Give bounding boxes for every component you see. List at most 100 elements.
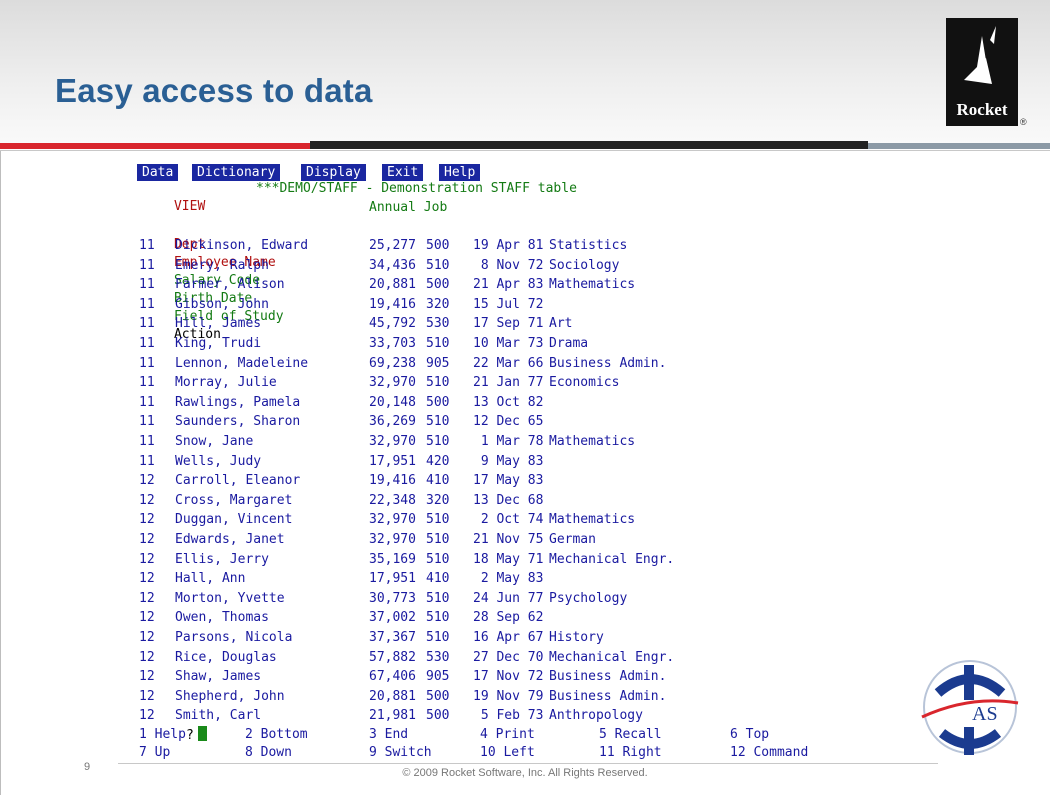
table-row[interactable]: 12 Ellis, Jerry 35,169 510 18 May 71 Mechanic… [127, 551, 837, 569]
row-birth-date: 10 Mar 73 [473, 336, 544, 351]
function-key[interactable]: 6 Top [730, 726, 769, 744]
table-row[interactable]: 11 Farmer, Alison 20,881 500 21 Apr 83 Mathem… [127, 276, 837, 294]
row-salary: 67,406 [369, 669, 416, 685]
table-row[interactable]: 11 Saunders, Sharon 36,269 510 12 Dec 65 [127, 413, 837, 431]
row-employee-name: Saunders, Sharon [175, 414, 301, 430]
row-field-of-study: Art [549, 316, 573, 332]
table-row[interactable]: 11 Snow, Jane 32,970 510 1 Mar 78 Mathematic… [127, 433, 837, 451]
table-row[interactable]: 12 Hall, Ann 17,951 410 2 May 83 [127, 570, 837, 588]
row-employee-name: Wells, Judy [175, 453, 262, 469]
row-birth-date: 9 May 83 [473, 453, 544, 469]
table-row[interactable]: 12 Smith, Carl 21,981 500 5 Feb 73 Anthropol… [127, 707, 837, 725]
table-row[interactable]: 11 King, Trudi 33,703 510 10 Mar 73 Drama [127, 335, 837, 353]
row-field-of-study: Business Admin. [549, 688, 667, 704]
function-key[interactable]: 5 Recall [599, 726, 662, 744]
function-key[interactable]: 12 Command [730, 744, 808, 762]
row-job-code: 510 [426, 414, 450, 430]
table-row[interactable]: 12 Shepherd, John 20,881 500 19 Nov 79 Busine… [127, 688, 837, 706]
row-employee-name: Farmer, Alison [175, 277, 285, 293]
row-birth-date: 17 May 83 [473, 473, 544, 489]
function-key[interactable]: 10 Left [480, 744, 535, 762]
footer-rule [118, 763, 938, 764]
row-birth-date: 19 Apr 81 [473, 238, 544, 253]
row-job-code: 320 [426, 492, 450, 508]
table-row[interactable]: 11 Rawlings, Pamela 20,148 500 13 Oct 82 [127, 394, 837, 412]
function-key[interactable]: 9 Switch [369, 744, 432, 762]
table-row[interactable]: 12 Morton, Yvette 30,773 510 24 Jun 77 Psycho… [127, 590, 837, 608]
view-line: VIEW [127, 180, 205, 214]
row-dept: 12 [139, 571, 155, 587]
row-job-code: 530 [426, 316, 450, 332]
menu-display[interactable]: Display [301, 164, 366, 181]
row-employee-name: Ellis, Jerry [175, 551, 269, 567]
row-salary: 21,981 [369, 708, 416, 724]
row-salary: 69,238 [369, 355, 416, 371]
row-birth-date: 15 Jul 72 [473, 296, 544, 312]
row-employee-name: Snow, Jane [175, 434, 254, 449]
row-job-code: 500 [426, 708, 450, 724]
emblem-text: AS [972, 703, 998, 725]
row-dept: 11 [139, 257, 155, 273]
function-key[interactable]: 11 Right [599, 744, 662, 762]
table-row[interactable]: 11 Emery, Ralph 34,436 510 8 Nov 72 Sociolog… [127, 257, 837, 275]
row-birth-date: 18 May 71 [473, 551, 544, 567]
row-dept: 11 [139, 453, 155, 469]
row-salary: 22,348 [369, 492, 416, 508]
function-key[interactable]: 7 Up [139, 744, 170, 762]
row-birth-date: 2 May 83 [473, 571, 544, 587]
table-row[interactable]: 11 Gibson, John 19,416 320 15 Jul 72 [127, 296, 837, 314]
table-row[interactable]: 11 Hill, James 45,792 530 17 Sep 71 Art [127, 315, 837, 333]
table-row[interactable]: 12 Carroll, Eleanor 19,416 410 17 May 83 [127, 472, 837, 490]
function-key[interactable]: 1 Help [139, 726, 186, 744]
table-row[interactable]: 12 Duggan, Vincent 32,970 510 2 Oct 74 Mathe… [127, 511, 837, 529]
row-birth-date: 24 Jun 77 [473, 590, 544, 606]
command-prompt[interactable]: ? [139, 708, 207, 743]
menu-help[interactable]: Help [439, 164, 481, 181]
table-row[interactable]: 12 Parsons, Nicola 37,367 510 16 Apr 67 Histo… [127, 629, 837, 647]
function-key[interactable]: 8 Down [245, 744, 292, 762]
table-row[interactable]: 11 Wells, Judy 17,951 420 9 May 83 [127, 453, 837, 471]
row-job-code: 420 [426, 453, 450, 469]
menu-data[interactable]: Data [137, 164, 179, 181]
table-row[interactable]: 12 Shaw, James 67,406 905 17 Nov 72 Business … [127, 668, 837, 686]
row-job-code: 500 [426, 394, 450, 410]
row-employee-name: Shepherd, John [175, 688, 285, 704]
row-field-of-study: History [549, 630, 604, 645]
table-row[interactable]: 11 Morray, Julie 32,970 510 21 Jan 77 Economi… [127, 374, 837, 392]
row-employee-name: Morton, Yvette [175, 590, 285, 606]
slide: Easy access to data Rocket ® Data Dictio… [0, 0, 1050, 795]
function-key[interactable]: 2 Bottom [245, 726, 308, 744]
row-employee-name: Parsons, Nicola [175, 630, 293, 645]
table-row[interactable]: 12 Owen, Thomas 37,002 510 28 Sep 62 [127, 609, 837, 627]
table-row[interactable]: 11 Lennon, Madeleine 69,238 905 22 Mar 66 Bus… [127, 355, 837, 373]
row-employee-name: Rawlings, Pamela [175, 394, 301, 410]
row-dept: 12 [139, 532, 155, 547]
function-key[interactable]: 4 Print [480, 726, 535, 744]
table-row[interactable]: 12 Cross, Margaret 22,348 320 13 Dec 68 [127, 492, 837, 510]
function-key[interactable]: 3 End [369, 726, 408, 744]
row-salary: 20,881 [369, 688, 416, 704]
row-salary: 19,416 [369, 473, 416, 489]
table-row[interactable]: 11 Dickinson, Edward 25,277 500 19 Apr 81 Sta… [127, 237, 837, 255]
header-rule-dark [310, 141, 868, 149]
mode-label: VIEW [173, 199, 206, 214]
table-row[interactable]: 12 Edwards, Janet 32,970 510 21 Nov 75 German [127, 531, 837, 549]
menu-dictionary[interactable]: Dictionary [192, 164, 281, 181]
row-salary: 20,881 [369, 277, 416, 293]
row-birth-date: 27 Dec 70 [473, 649, 544, 665]
rocket-icon [964, 26, 996, 84]
row-employee-name: Hill, James [175, 316, 262, 332]
row-field-of-study: Business Admin. [549, 355, 667, 371]
row-salary: 35,169 [369, 551, 416, 567]
row-birth-date: 21 Jan 77 [473, 375, 544, 391]
row-employee-name: Dickinson, Edward [175, 238, 309, 253]
row-field-of-study: Mathematics [549, 277, 636, 293]
row-dept: 12 [139, 630, 155, 645]
row-employee-name: Shaw, James [175, 669, 262, 685]
row-dept: 11 [139, 355, 155, 371]
table-row[interactable]: 12 Rice, Douglas 57,882 530 27 Dec 70 Mechani… [127, 649, 837, 667]
row-birth-date: 8 Nov 72 [473, 257, 544, 273]
row-job-code: 905 [426, 355, 450, 371]
menu-exit[interactable]: Exit [382, 164, 424, 181]
header-rule-red [0, 143, 310, 149]
